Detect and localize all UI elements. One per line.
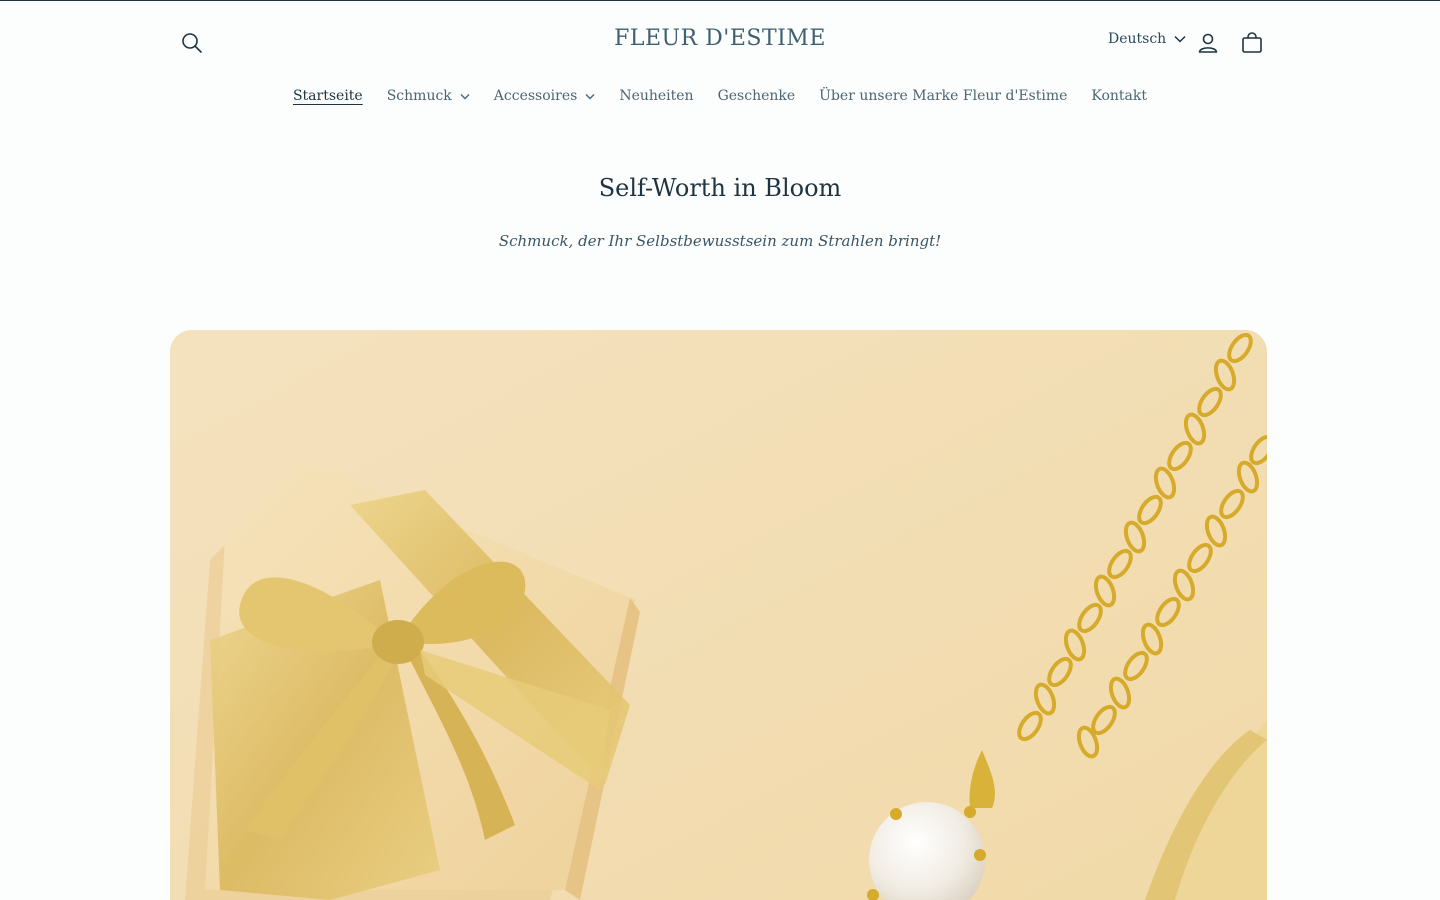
hero-subtitle: Schmuck, der Ihr Selbstbewusstsein zum S… bbox=[498, 232, 942, 250]
hero-title: Self-Worth in Bloom bbox=[598, 174, 842, 202]
nav-item-label: Kontakt bbox=[1091, 88, 1148, 104]
nav-item-neuheiten[interactable]: Neuheiten bbox=[607, 84, 705, 108]
chevron-down-icon bbox=[1174, 35, 1186, 43]
nav-item-label: Geschenke bbox=[717, 88, 796, 104]
main-navigation: Startseite Schmuck Accessoires Neuheiten… bbox=[0, 84, 1440, 108]
language-selector[interactable]: Deutsch bbox=[1108, 31, 1186, 47]
chevron-down-icon bbox=[460, 93, 470, 99]
nav-item-label: Schmuck bbox=[386, 88, 452, 104]
nav-item-label: Über unsere Marke Fleur d'Estime bbox=[819, 88, 1068, 104]
nav-item-geschenke[interactable]: Geschenke bbox=[706, 84, 808, 108]
hero-image bbox=[170, 330, 1267, 900]
cart-icon bbox=[1242, 32, 1262, 53]
nav-item-ueber-uns[interactable]: Über unsere Marke Fleur d'Estime bbox=[807, 84, 1079, 108]
brand-link[interactable]: FLEUR D'ESTIME bbox=[614, 26, 826, 51]
nav-item-kontakt[interactable]: Kontakt bbox=[1079, 84, 1159, 108]
nav-item-startseite[interactable]: Startseite bbox=[281, 84, 375, 108]
nav-item-label: Accessoires bbox=[493, 88, 578, 104]
chevron-down-icon bbox=[585, 93, 595, 99]
nav-item-schmuck[interactable]: Schmuck bbox=[375, 84, 482, 108]
site-header: FLEUR D'ESTIME Deutsch Startseite Schmuc… bbox=[0, 0, 1440, 130]
hero-illustration bbox=[170, 330, 1267, 900]
nav-item-label: Startseite bbox=[292, 88, 363, 104]
nav-item-label: Neuheiten bbox=[619, 88, 694, 104]
cart-button[interactable] bbox=[1232, 23, 1272, 63]
account-icon bbox=[1198, 33, 1218, 53]
nav-item-accessoires[interactable]: Accessoires bbox=[482, 84, 608, 108]
account-button[interactable] bbox=[1188, 23, 1228, 63]
language-label: Deutsch bbox=[1108, 31, 1167, 47]
